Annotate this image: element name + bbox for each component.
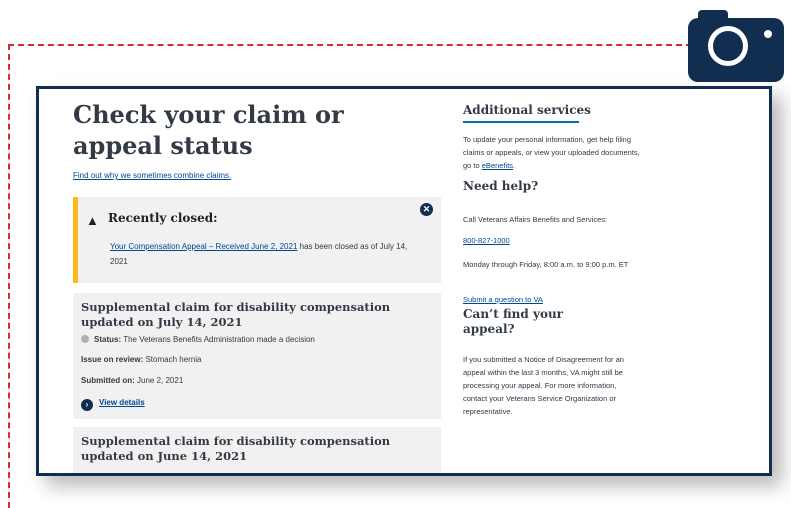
closed-appeal-link[interactable]: Your Compensation Appeal – Received June… <box>110 242 297 251</box>
warning-icon: ▲ <box>86 213 99 228</box>
camera-lens <box>708 26 748 66</box>
claim-title: Supplemental claim for disability compen… <box>81 300 391 329</box>
camera-flash <box>764 30 772 38</box>
status-dot-icon <box>81 335 89 343</box>
help-call-text: Call Veterans Affairs Benefits and Servi… <box>463 215 608 224</box>
view-details-row: › View details <box>81 398 145 411</box>
additional-services-text: To update your personal information, get… <box>463 133 641 172</box>
close-icon[interactable]: ✕ <box>420 203 433 216</box>
status-text: The Veterans Benefits Administration mad… <box>121 335 315 344</box>
claim-card: Supplemental claim for disability compen… <box>73 427 441 473</box>
issue-on-review: Issue on review: Stomach hernia <box>81 355 202 364</box>
claim-status: Status: The Veterans Benefits Administra… <box>81 335 315 344</box>
additional-services-title: Additional services <box>463 103 591 117</box>
status-label: Status: <box>94 335 122 344</box>
claim-card: Supplemental claim for disability compen… <box>73 293 441 419</box>
dashed-border-left <box>8 44 10 508</box>
additional-text-period: . <box>513 161 516 170</box>
cant-find-appeal-heading: Can’t find your appeal? <box>463 307 563 336</box>
view-details-link[interactable]: View details <box>99 398 145 407</box>
heading-rule <box>463 121 579 123</box>
alert-body: Your Compensation Appeal – Received June… <box>110 239 410 269</box>
phone-link[interactable]: 800-827-1000 <box>463 236 510 245</box>
submit-question-link[interactable]: Submit a question to VA <box>463 295 543 304</box>
main-content: Check your claim or appeal status Find o… <box>73 99 443 473</box>
claim-title: Supplemental claim for disability compen… <box>81 434 391 463</box>
dashed-border-top <box>8 44 692 46</box>
camera-icon <box>688 10 784 82</box>
issue-value: Stomach hernia <box>143 355 202 364</box>
ebenefits-link[interactable]: eBenefits <box>482 161 513 170</box>
arrow-right-circle-icon[interactable]: › <box>81 399 93 411</box>
additional-services-heading: Additional services <box>463 103 591 127</box>
cant-find-appeal-text: If you submitted a Notice of Disagreemen… <box>463 355 624 416</box>
combine-claims-link[interactable]: Find out why we sometimes combine claims… <box>73 171 231 180</box>
submitted-label: Submitted on: <box>81 376 135 385</box>
need-help-heading: Need help? <box>463 179 539 193</box>
submitted-on: Submitted on: June 2, 2021 <box>81 376 183 385</box>
issue-label: Issue on review: <box>81 355 144 364</box>
page-title: Check your claim or appeal status <box>73 100 344 160</box>
camera-top-bump <box>698 10 728 22</box>
submitted-value: June 2, 2021 <box>134 376 184 385</box>
help-hours-text: Monday through Friday, 8:00 a.m. to 9:00… <box>463 260 629 269</box>
screenshot-frame: Check your claim or appeal status Find o… <box>36 86 772 476</box>
alert-title: Recently closed: <box>108 211 218 225</box>
recently-closed-alert: ▲ Recently closed: ✕ Your Compensation A… <box>73 197 441 283</box>
